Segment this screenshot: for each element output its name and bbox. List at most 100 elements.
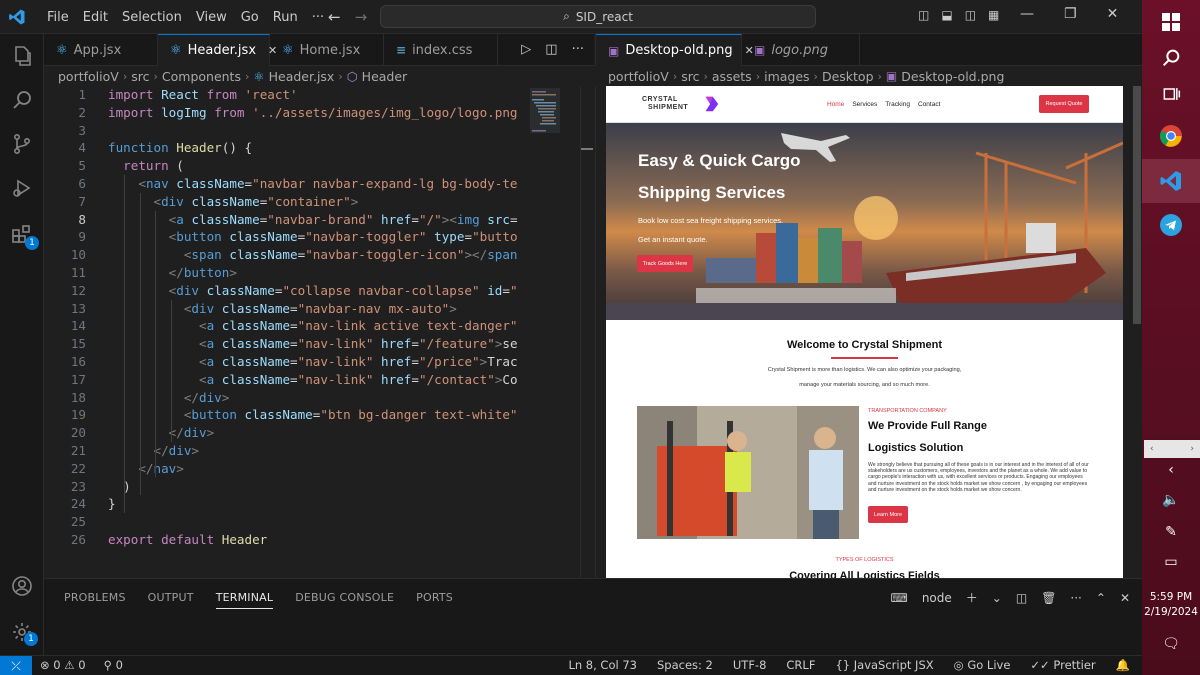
code-line[interactable]: import React from 'react' xyxy=(108,86,518,104)
code-line[interactable]: <div className="collapse navbar-collapse… xyxy=(108,282,518,300)
language-mode[interactable]: {} JavaScript JSX xyxy=(835,658,933,672)
encoding[interactable]: UTF-8 xyxy=(733,658,767,672)
menu-file[interactable]: File xyxy=(40,10,76,25)
close-panel-icon[interactable]: ✕ xyxy=(1120,591,1130,605)
run-debug-icon[interactable] xyxy=(10,176,34,200)
scroll-right-icon[interactable]: › xyxy=(1190,444,1194,454)
run-file-icon[interactable]: ▷ xyxy=(521,42,531,57)
code-line[interactable]: <a className="nav-link" href="/price">Tr… xyxy=(108,353,518,371)
panel-tab-output[interactable]: OUTPUT xyxy=(148,591,194,609)
minimap[interactable] xyxy=(518,86,580,578)
code-line[interactable]: <a className="nav-link" href="/contact">… xyxy=(108,371,518,389)
scroll-left-icon[interactable]: ‹ xyxy=(1150,444,1154,454)
code-line[interactable]: </button> xyxy=(108,264,518,282)
code-line[interactable]: </nav> xyxy=(108,460,518,478)
code-line[interactable]: } xyxy=(108,495,518,513)
code-line[interactable]: <button className="btn bg-danger text-wh… xyxy=(108,406,518,424)
breadcrumb-item[interactable]: src xyxy=(131,69,149,84)
more-actions-icon[interactable]: ··· xyxy=(1070,591,1081,605)
notifications-bell-icon[interactable]: 🔔 xyxy=(1116,658,1130,672)
volume-icon[interactable]: 🔈 xyxy=(1142,492,1200,508)
forward-arrow-icon[interactable]: → xyxy=(355,8,368,26)
tab-home-jsx[interactable]: ⚛ Home.jsx xyxy=(270,34,384,66)
breadcrumb-item[interactable]: Desktop-old.png xyxy=(901,69,1004,84)
go-live[interactable]: ◎ Go Live xyxy=(954,658,1011,672)
breadcrumb-item[interactable]: Header xyxy=(362,69,408,84)
menu-view[interactable]: View xyxy=(189,10,234,25)
split-terminal-icon[interactable]: ◫ xyxy=(1016,591,1027,605)
code-line[interactable]: function Header() { xyxy=(108,139,518,157)
maximize-panel-icon[interactable]: ⌃ xyxy=(1096,591,1106,605)
toggle-panel-icon[interactable]: ⬓ xyxy=(941,8,952,22)
editor-scrollbar[interactable] xyxy=(580,86,594,578)
problems-status[interactable]: ⊗ 0 ⚠ 0 xyxy=(40,658,86,672)
customize-layout-icon[interactable]: ▦ xyxy=(988,8,999,22)
breadcrumb-item[interactable]: assets xyxy=(712,69,752,84)
code-line[interactable]: <div className="navbar-nav mx-auto"> xyxy=(108,300,518,318)
close-window-icon[interactable]: ✕ xyxy=(1107,6,1119,22)
breadcrumb-item[interactable]: portfolioV xyxy=(58,69,119,84)
code-line[interactable]: export default Header xyxy=(108,531,518,549)
accounts-icon[interactable] xyxy=(10,574,34,598)
code-line[interactable]: <a className="navbar-brand" href="/"><im… xyxy=(108,211,518,229)
taskbar-telegram[interactable] xyxy=(1142,203,1200,247)
command-center[interactable]: ⌕ SID_react xyxy=(380,5,816,28)
code-line[interactable]: ) xyxy=(108,478,518,496)
show-hidden-icons-chevron-icon[interactable]: ‹ xyxy=(1142,462,1200,478)
breadcrumb-item[interactable]: Components xyxy=(162,69,241,84)
task-view[interactable] xyxy=(1142,72,1200,116)
code-line[interactable]: <a className="nav-link" href="/feature">… xyxy=(108,335,518,353)
code-line[interactable]: </div> xyxy=(108,424,518,442)
code-line[interactable]: <div className="container"> xyxy=(108,193,518,211)
cursor-position[interactable]: Ln 8, Col 73 xyxy=(568,658,637,672)
new-terminal-icon[interactable]: ＋ xyxy=(966,589,978,606)
end-of-line[interactable]: CRLF xyxy=(786,658,815,672)
code-line[interactable]: <nav className="navbar navbar-expand-lg … xyxy=(108,175,518,193)
tab-logo-png[interactable]: ▣ logo.png xyxy=(742,34,860,66)
panel-tab-terminal[interactable]: TERMINAL xyxy=(215,591,274,609)
breadcrumb-item[interactable]: images xyxy=(764,69,809,84)
chevron-down-icon[interactable]: ⌄ xyxy=(992,591,1002,605)
tab-app-jsx[interactable]: ⚛ App.jsx xyxy=(44,34,158,66)
restore-icon[interactable]: ❐ xyxy=(1064,6,1077,22)
menu-selection[interactable]: Selection xyxy=(115,10,189,25)
menu-edit[interactable]: Edit xyxy=(76,10,115,25)
toggle-sidebar-icon[interactable]: ◫ xyxy=(918,8,929,22)
panel-tab-problems[interactable]: PROBLEMS xyxy=(64,591,126,609)
code-content[interactable]: import React from 'react' import logImg f… xyxy=(108,86,518,549)
code-line[interactable] xyxy=(108,513,518,531)
trash-icon[interactable]: 🗑 xyxy=(1041,591,1056,605)
split-editor-icon[interactable]: ◫ xyxy=(545,42,557,57)
breadcrumb-item[interactable]: portfolioV xyxy=(608,69,669,84)
battery-icon[interactable]: ▭ xyxy=(1142,554,1200,570)
prettier[interactable]: ✓✓ Prettier xyxy=(1030,658,1095,672)
pen-icon[interactable]: ✎ xyxy=(1142,524,1200,540)
menu-run[interactable]: Run xyxy=(266,10,305,25)
code-line[interactable]: <span className="navbar-toggler-icon"></… xyxy=(108,246,518,264)
more-actions-icon[interactable]: ··· xyxy=(572,42,584,57)
back-arrow-icon[interactable]: ← xyxy=(328,8,341,26)
minimize-icon[interactable]: — xyxy=(1020,6,1034,22)
taskbar-vscode[interactable] xyxy=(1142,159,1200,203)
taskbar-chrome[interactable] xyxy=(1142,114,1200,158)
terminal-name[interactable]: node xyxy=(922,591,952,605)
source-control-icon[interactable] xyxy=(10,132,34,156)
taskbar-clock[interactable]: 5:59 PM 2/19/2024 xyxy=(1142,590,1200,620)
code-line[interactable]: </div> xyxy=(108,389,518,407)
ports-status[interactable]: ⚲ 0 xyxy=(104,658,123,672)
code-line[interactable]: <button className="navbar-toggler" type=… xyxy=(108,228,518,246)
menu-go[interactable]: Go xyxy=(234,10,266,25)
tab-desktop-old-png[interactable]: ▣ Desktop-old.png ✕ xyxy=(596,34,754,66)
panel-tab-ports[interactable]: PORTS xyxy=(416,591,453,609)
code-line[interactable]: <a className="nav-link active text-dange… xyxy=(108,317,518,335)
code-editor[interactable]: 1 2 3 4 5 6 7 8 9 10 11 12 13 14 15 16 17 18 19 20 21 22 23 24 2… xyxy=(44,86,594,578)
search-view-icon[interactable] xyxy=(10,88,34,112)
indentation[interactable]: Spaces: 2 xyxy=(657,658,713,672)
breadcrumb-item[interactable]: Header.jsx xyxy=(269,69,335,84)
code-line[interactable]: import logImg from '../assets/images/img… xyxy=(108,104,518,122)
notifications-icon[interactable]: 🗨 xyxy=(1142,636,1200,652)
tab-header-jsx[interactable]: ⚛ Header.jsx ✕ xyxy=(158,34,277,66)
tab-index-css[interactable]: ≡ index.css xyxy=(384,34,498,66)
remote-indicator-icon[interactable]: ⤫ xyxy=(0,656,32,675)
toggle-secondary-sidebar-icon[interactable]: ◫ xyxy=(965,8,976,22)
